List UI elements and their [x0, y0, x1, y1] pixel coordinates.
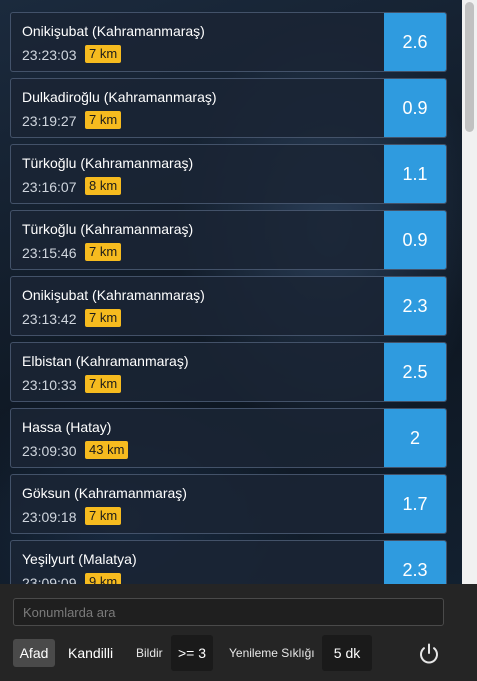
earthquake-location: Onikişubat (Kahramanmaraş) — [22, 287, 205, 303]
earthquake-time: 23:09:09 — [22, 575, 77, 584]
distance-badge: 8 km — [85, 177, 122, 195]
magnitude-value: 2 — [384, 409, 446, 467]
magnitude-value: 2.3 — [384, 277, 446, 335]
earthquake-location: Elbistan (Kahramanmaraş) — [22, 353, 189, 369]
earthquake-list[interactable]: Onikişubat (Kahramanmaraş) 23:23:03 7 km… — [0, 0, 462, 584]
earthquake-card[interactable]: Türkoğlu (Kahramanmaraş) 23:16:07 8 km 1… — [10, 144, 447, 204]
magnitude-value: 2.6 — [384, 13, 446, 71]
scrollbar-thumb[interactable] — [465, 2, 474, 132]
distance-badge: 7 km — [85, 243, 122, 261]
magnitude-value: 0.9 — [384, 79, 446, 137]
earthquake-card[interactable]: Elbistan (Kahramanmaraş) 23:10:33 7 km 2… — [10, 342, 447, 402]
earthquake-time: 23:23:03 — [22, 47, 77, 63]
earthquake-location: Göksun (Kahramanmaraş) — [22, 485, 187, 501]
distance-badge: 7 km — [85, 507, 122, 525]
earthquake-card[interactable]: Dulkadiroğlu (Kahramanmaraş) 23:19:27 7 … — [10, 78, 447, 138]
earthquake-time: 23:10:33 — [22, 377, 77, 393]
notify-threshold-select[interactable]: >= 3 — [171, 635, 213, 671]
earthquake-time: 23:09:30 — [22, 443, 77, 459]
distance-badge: 9 km — [85, 573, 122, 584]
earthquake-card[interactable]: Göksun (Kahramanmaraş) 23:09:18 7 km 1.7 — [10, 474, 447, 534]
earthquake-card[interactable]: Onikişubat (Kahramanmaraş) 23:13:42 7 km… — [10, 276, 447, 336]
earthquake-location: Onikişubat (Kahramanmaraş) — [22, 23, 205, 39]
distance-badge: 7 km — [85, 375, 122, 393]
earthquake-time: 23:09:18 — [22, 509, 77, 525]
earthquake-time: 23:19:27 — [22, 113, 77, 129]
distance-badge: 7 km — [85, 111, 122, 129]
distance-badge: 7 km — [85, 45, 122, 63]
magnitude-value: 0.9 — [384, 211, 446, 269]
list-scrollbar[interactable] — [462, 0, 477, 584]
location-search-input[interactable] — [13, 598, 444, 626]
footer-controls: Afad Kandilli Bildir >= 3 Yenileme Sıklı… — [0, 584, 477, 681]
distance-badge: 43 km — [85, 441, 129, 459]
earthquake-location: Hassa (Hatay) — [22, 419, 112, 435]
magnitude-value: 2.3 — [384, 541, 446, 584]
power-icon[interactable] — [416, 641, 442, 667]
refresh-interval-select[interactable]: 5 dk — [322, 635, 372, 671]
earthquake-card[interactable]: Yeşilyurt (Malatya) 23:09:09 9 km 2.3 — [10, 540, 447, 584]
earthquake-time: 23:15:46 — [22, 245, 77, 261]
earthquake-card[interactable]: Hassa (Hatay) 23:09:30 43 km 2 — [10, 408, 447, 468]
earthquake-location: Yeşilyurt (Malatya) — [22, 551, 137, 567]
earthquake-time: 23:16:07 — [22, 179, 77, 195]
notify-label: Bildir — [136, 646, 163, 660]
earthquake-card[interactable]: Türkoğlu (Kahramanmaraş) 23:15:46 7 km 0… — [10, 210, 447, 270]
earthquake-time: 23:13:42 — [22, 311, 77, 327]
earthquake-location: Dulkadiroğlu (Kahramanmaraş) — [22, 89, 217, 105]
refresh-interval-label: Yenileme Sıklığı — [229, 646, 315, 660]
magnitude-value: 1.1 — [384, 145, 446, 203]
magnitude-value: 1.7 — [384, 475, 446, 533]
earthquake-location: Türkoğlu (Kahramanmaraş) — [22, 221, 194, 237]
earthquake-location: Türkoğlu (Kahramanmaraş) — [22, 155, 194, 171]
earthquake-card[interactable]: Onikişubat (Kahramanmaraş) 23:23:03 7 km… — [10, 12, 447, 72]
source-kandilli-button[interactable]: Kandilli — [62, 639, 119, 667]
magnitude-value: 2.5 — [384, 343, 446, 401]
distance-badge: 7 km — [85, 309, 122, 327]
source-afad-button[interactable]: Afad — [13, 639, 55, 667]
